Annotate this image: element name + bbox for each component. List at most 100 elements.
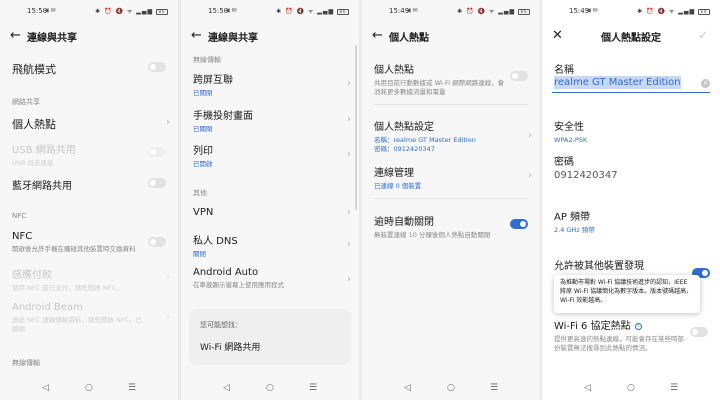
nav-home-icon[interactable]: ○ <box>266 383 274 393</box>
usb-tethering-toggle <box>148 147 166 157</box>
row-label: Wi-Fi 6 協定熱點 i <box>554 317 690 332</box>
section-header: NFC <box>12 212 27 220</box>
page-title: 個人熱點 <box>389 33 429 44</box>
back-arrow-icon[interactable]: ← <box>372 28 383 43</box>
row-desc: 已關閉 <box>193 89 213 97</box>
section-header: 其他 <box>193 189 207 197</box>
row-label: 個人熱點 <box>374 65 414 76</box>
screen-cast-row[interactable]: 手機投射畫面 已關閉 <box>193 107 347 134</box>
row-desc: 使用 NFC 進行支付，請先開啟 NFC。 <box>12 284 123 292</box>
nfc-row[interactable]: NFC 開啟後允許手機在觸碰其他裝置時交換資料 <box>12 231 142 254</box>
row-label: 個人熱點 <box>12 118 56 131</box>
section-header: 無線傳輸 <box>193 56 221 64</box>
row-label: Android Auto <box>193 267 259 278</box>
auto-off-row[interactable]: 逾時自動關閉 無裝置連線 10 分鐘後個人熱點自動關閉 <box>374 213 506 240</box>
battery-icon: 86 <box>698 8 710 15</box>
row-desc: 已關閉 <box>193 125 213 133</box>
status-icons: ✱ ⏰ 🔇 ᯤ ▂▄▆ 86 <box>95 7 168 15</box>
row-label: Android Beam <box>12 302 83 313</box>
info-icon[interactable]: i <box>634 322 642 330</box>
nav-back-icon[interactable]: ◁ <box>223 383 230 393</box>
name-input-value: realme GT Master Edition <box>554 76 681 89</box>
row-label: 允許被其他裝置發現 <box>554 261 644 272</box>
page-title: 個人熱點設定 <box>601 33 661 44</box>
row-desc: 關閉 <box>193 250 206 258</box>
nav-back-icon[interactable]: ◁ <box>42 383 49 393</box>
bluetooth-tethering-toggle[interactable] <box>148 178 166 188</box>
row-label: USB 網路共用 <box>12 145 76 156</box>
discoverable-row[interactable]: 允許被其他裝置發現 <box>554 257 690 272</box>
screen-link-row[interactable]: 跨屏互聯 已關閉 <box>193 71 347 98</box>
nav-back-icon[interactable]: ◁ <box>404 383 411 393</box>
wifi6-tooltip: 為推動市場對 Wi-Fi 協議技術進步的認知，IEEE 將原 Wi-Fi 協議簡… <box>554 275 700 313</box>
nfc-toggle[interactable] <box>148 237 166 247</box>
private-dns-row[interactable]: 私人 DNS 關閉 <box>193 232 347 259</box>
header: ← 連線與共享 <box>181 24 359 48</box>
airplane-mode-row[interactable]: 飛航模式 <box>12 61 166 77</box>
wifi6-toggle[interactable] <box>690 327 708 337</box>
vpn-row[interactable]: VPN <box>193 207 347 218</box>
status-notification-icons: ◀ ✉ <box>44 7 56 14</box>
name-input[interactable]: realme GT Master Edition <box>554 76 696 89</box>
status-notification-icons: ◀ ✉ <box>406 7 418 14</box>
password-input[interactable]: 0912420347 <box>554 170 708 181</box>
row-desc: 在車載顯示螢幕上使用應用程式 <box>193 281 284 289</box>
wifi6-row[interactable]: Wi-Fi 6 協定熱點 i 提供更高速的熱點連線，可能會存在某些時部份裝置無法搜… <box>554 317 690 353</box>
security-row[interactable]: 安全性 WPA2-PSK <box>554 118 708 145</box>
suggestion-card: 您可能想找： Wi-Fi 網路共用 <box>189 309 351 365</box>
confirm-check-icon[interactable]: ✓ <box>698 28 708 42</box>
auto-off-toggle[interactable] <box>510 219 528 229</box>
row-label: 感應付款 <box>12 270 52 281</box>
hotspot-toggle-row[interactable]: 個人熱點 共用目前行動數據或 Wi-Fi 網際網路連線，會消耗更多數據流量和電量 <box>374 61 506 97</box>
navigation-bar: ◁ ○ ☰ <box>181 378 359 400</box>
section-header: 無線傳輸 <box>12 359 40 367</box>
chevron-right-icon: › <box>347 149 351 160</box>
back-arrow-icon[interactable]: ← <box>10 28 21 43</box>
hotspot-row[interactable]: 個人熱點 <box>12 116 166 132</box>
clear-text-icon[interactable]: × <box>701 79 710 88</box>
bluetooth-tethering-row[interactable]: 藍牙網路共用 <box>12 177 166 192</box>
header: ← 個人熱點 <box>362 24 540 48</box>
row-desc: USB 尚未連接 <box>12 159 54 167</box>
row-label: 安全性 <box>554 122 584 133</box>
row-label: 個人熱點設定 <box>374 122 434 133</box>
page-title: 連線與共享 <box>27 33 77 44</box>
row-label: NFC <box>12 231 33 242</box>
connection-management-row[interactable]: 連線管理 已連線 0 個裝置 <box>374 164 528 191</box>
section-header: 網路共享 <box>12 98 40 106</box>
nav-recents-icon[interactable]: ☰ <box>128 383 136 393</box>
hotspot-name-value: 名稱：realme GT Master Edition <box>374 136 476 144</box>
back-arrow-icon[interactable]: ← <box>191 28 202 43</box>
android-beam-row: Android Beam 透過 NFC 連線傳輸資料，請先開啟 NFC。已關閉 <box>12 302 148 334</box>
nav-home-icon[interactable]: ○ <box>627 383 635 393</box>
row-label: 私人 DNS <box>193 236 238 247</box>
nav-home-icon[interactable]: ○ <box>447 383 455 393</box>
tap-to-pay-row: 感應付款 使用 NFC 進行支付，請先開啟 NFC。 <box>12 266 148 293</box>
android-auto-row[interactable]: Android Auto 在車載顯示螢幕上使用應用程式 <box>193 267 347 290</box>
navigation-bar: ◁ ○ ☰ <box>542 378 720 400</box>
nav-recents-icon[interactable]: ☰ <box>309 383 317 393</box>
row-desc: 透過 NFC 連線傳輸資料，請先開啟 NFC。已關閉 <box>12 316 142 333</box>
hotspot-settings-row[interactable]: 個人熱點設定 名稱：realme GT Master Edition 密碼：09… <box>374 118 528 154</box>
navigation-bar: ◁ ○ ☰ <box>0 378 178 400</box>
status-notification-icons: ◀ ✉ <box>225 7 237 14</box>
row-value: 2.4 GHz 頻帶 <box>554 226 595 234</box>
row-label: VPN <box>193 207 214 218</box>
screen-connection-sharing-1: 15:50 ◀ ✉ ✱ ⏰ 🔇 ᯤ ▂▄▆ 86 ← 連線與共享 飛航模式 網路… <box>0 0 178 400</box>
nav-recents-icon[interactable]: ☰ <box>490 383 498 393</box>
airplane-mode-toggle[interactable] <box>148 62 166 72</box>
password-label: 密碼 <box>554 157 574 168</box>
nav-recents-icon[interactable]: ☰ <box>670 383 678 393</box>
ap-band-row[interactable]: AP 頻帶 2.4 GHz 頻帶 <box>554 208 708 235</box>
print-row[interactable]: 列印 已開啟 <box>193 142 347 169</box>
nav-back-icon[interactable]: ◁ <box>584 383 591 393</box>
name-label: 名稱 <box>554 65 574 76</box>
scrollbar[interactable] <box>355 45 357 210</box>
battery-icon: 86 <box>156 8 168 15</box>
wifi-tethering-link[interactable]: Wi-Fi 網路共用 <box>200 340 260 353</box>
row-desc: 已開啟 <box>193 160 213 168</box>
nav-home-icon[interactable]: ○ <box>85 383 93 393</box>
chevron-right-icon: › <box>347 207 351 218</box>
hotspot-toggle[interactable] <box>510 71 528 81</box>
chevron-right-icon: › <box>166 117 170 128</box>
